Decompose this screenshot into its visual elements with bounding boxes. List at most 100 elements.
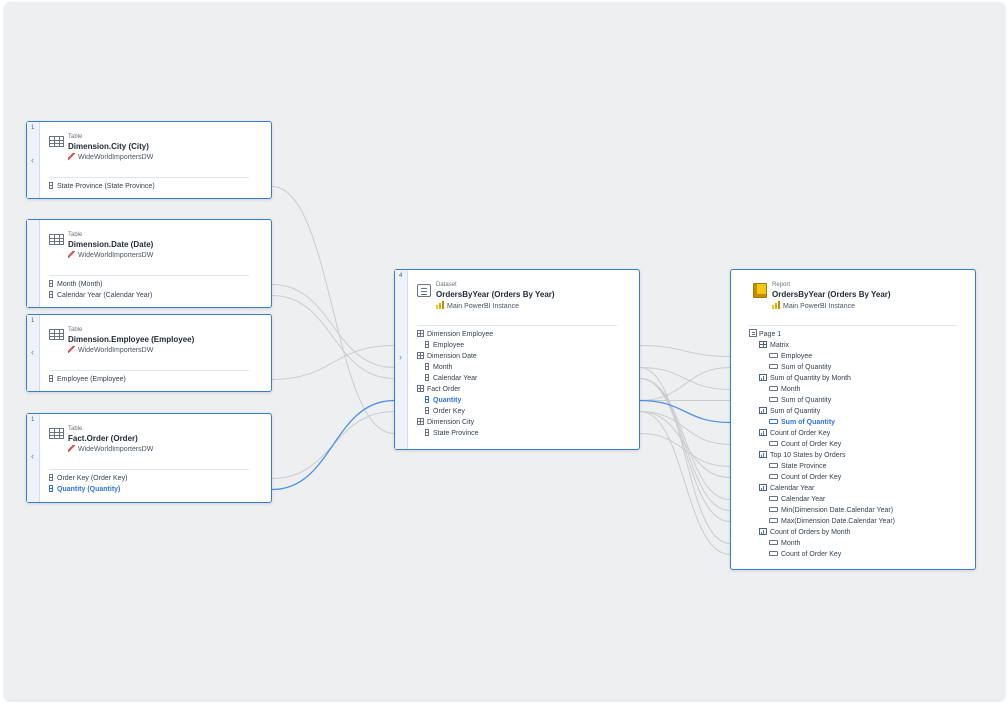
row-label: Sum of Quantity by Month bbox=[770, 375, 851, 382]
expand-left-chevron-icon[interactable]: ‹ bbox=[31, 347, 34, 357]
row-label: Max(Dimension Date.Calendar Year) bbox=[781, 518, 895, 525]
table-card-employee[interactable]: 1 ‹ Table Dimension.Employee (Employee) … bbox=[26, 314, 272, 392]
table-card-city[interactable]: 1 ‹ Table Dimension.City (City) WideWorl… bbox=[26, 121, 272, 199]
report-field-row[interactable]: State Province bbox=[749, 461, 967, 472]
expand-left-chevron-icon[interactable]: ‹ bbox=[31, 155, 34, 165]
entity-title[interactable]: Dimension.Date (Date) bbox=[68, 240, 153, 249]
table-card-order[interactable]: 1 ‹ Table Fact.Order (Order) WideWorldIm… bbox=[26, 413, 272, 503]
column-icon bbox=[425, 341, 429, 348]
measure-field-icon bbox=[769, 386, 778, 391]
measure-field-icon bbox=[769, 507, 778, 512]
column-row[interactable]: Employee (Employee) bbox=[49, 374, 263, 385]
row-label: Order Key (Order Key) bbox=[57, 475, 128, 482]
report-visual-row[interactable]: Matrix bbox=[749, 340, 967, 351]
lineage-link bbox=[271, 345, 395, 380]
column-row[interactable]: Month (Month) bbox=[49, 279, 263, 290]
row-label: Month bbox=[433, 364, 453, 371]
report-field-row[interactable]: Sum of Quantity bbox=[749, 395, 967, 406]
dataset-table-row[interactable]: Dimension City bbox=[417, 417, 631, 428]
chart-visual-icon bbox=[759, 528, 767, 535]
report-visual-row[interactable]: Top 10 States by Orders bbox=[749, 450, 967, 461]
entity-title[interactable]: Dimension.Employee (Employee) bbox=[68, 335, 194, 344]
dataset-field-row[interactable]: Quantity bbox=[417, 395, 631, 406]
report-visual-row[interactable]: Count of Orders by Month bbox=[749, 527, 967, 538]
chart-visual-icon bbox=[759, 374, 767, 381]
row-label: State Province bbox=[433, 430, 479, 437]
entity-source[interactable]: WideWorldImportersDW bbox=[68, 251, 153, 259]
row-label: Sum of Quantity bbox=[781, 364, 832, 371]
card-gutter: 1 ‹ bbox=[27, 315, 40, 391]
dataset-table-row[interactable]: Fact Order bbox=[417, 384, 631, 395]
card-divider bbox=[49, 275, 249, 276]
column-row[interactable]: Calendar Year (Calendar Year) bbox=[49, 290, 263, 301]
report-field-row[interactable]: Employee bbox=[749, 351, 967, 362]
entity-kind: Table bbox=[68, 232, 83, 238]
report-field-row[interactable]: Min(Dimension Date.Calendar Year) bbox=[749, 505, 967, 516]
entity-title[interactable]: OrdersByYear (Orders By Year) bbox=[436, 290, 555, 299]
row-label: Calendar Year bbox=[770, 485, 815, 492]
measure-field-icon bbox=[769, 419, 778, 424]
column-icon bbox=[49, 182, 53, 189]
dataset-icon bbox=[417, 284, 431, 297]
row-label: Sum of Quantity bbox=[770, 408, 821, 415]
field-list: Dimension Employee Employee Dimension Date… bbox=[417, 329, 631, 439]
entity-source[interactable]: Main PowerBI Instance bbox=[772, 301, 855, 310]
report-visual-row[interactable]: Sum of Quantity by Month bbox=[749, 373, 967, 384]
sql-source-icon bbox=[68, 445, 75, 452]
measure-field-icon bbox=[769, 518, 778, 523]
table-card-date[interactable]: Table Dimension.Date (Date) WideWorldImp… bbox=[26, 219, 272, 308]
dataset-field-row[interactable]: Month bbox=[417, 362, 631, 373]
column-row[interactable]: State Province (State Province) bbox=[49, 181, 263, 192]
column-row[interactable]: Order Key (Order Key) bbox=[49, 473, 263, 484]
dataset-table-row[interactable]: Dimension Date bbox=[417, 351, 631, 362]
report-visual-row[interactable]: Calendar Year bbox=[749, 483, 967, 494]
report-page-row[interactable]: Page 1 bbox=[749, 329, 967, 340]
row-label: Employee bbox=[781, 353, 813, 360]
dataset-card[interactable]: 4 › Dataset OrdersByYear (Orders By Year… bbox=[394, 269, 640, 450]
field-list: State Province (State Province) bbox=[49, 181, 263, 192]
dataset-field-row[interactable]: Order Key bbox=[417, 406, 631, 417]
entity-title[interactable]: Fact.Order (Order) bbox=[68, 434, 138, 443]
measure-field-icon bbox=[769, 364, 778, 369]
entity-source[interactable]: WideWorldImportersDW bbox=[68, 346, 153, 354]
entity-kind: Report bbox=[772, 282, 791, 288]
report-field-row[interactable]: Count of Order Key bbox=[749, 549, 967, 560]
expand-right-chevron-icon[interactable]: › bbox=[399, 352, 402, 362]
card-divider bbox=[49, 469, 249, 470]
report-visual-row[interactable]: Sum of Quantity bbox=[749, 406, 967, 417]
expand-left-chevron-icon[interactable]: ‹ bbox=[31, 451, 34, 461]
report-field-row[interactable]: Count of Order Key bbox=[749, 472, 967, 483]
entity-title[interactable]: Dimension.City (City) bbox=[68, 142, 149, 151]
entity-title[interactable]: OrdersByYear (Orders By Year) bbox=[772, 290, 891, 299]
column-icon bbox=[425, 407, 429, 414]
report-field-row[interactable]: Sum of Quantity bbox=[749, 417, 967, 428]
dataset-table-row[interactable]: Dimension Employee bbox=[417, 329, 631, 340]
lineage-link bbox=[271, 186, 395, 434]
report-icon bbox=[753, 283, 767, 298]
dataset-field-row[interactable]: Employee bbox=[417, 340, 631, 351]
row-label: Dimension Employee bbox=[427, 331, 494, 338]
chart-visual-icon bbox=[759, 484, 767, 491]
entity-source[interactable]: WideWorldImportersDW bbox=[68, 153, 153, 161]
report-field-row[interactable]: Month bbox=[749, 384, 967, 395]
entity-source[interactable]: WideWorldImportersDW bbox=[68, 445, 153, 453]
row-label: Employee bbox=[433, 342, 465, 349]
lineage-canvas[interactable]: 1 ‹ Table Dimension.City (City) WideWorl… bbox=[4, 2, 1005, 700]
report-field-row[interactable]: Calendar Year bbox=[749, 494, 967, 505]
report-field-row[interactable]: Month bbox=[749, 538, 967, 549]
table-group-icon bbox=[417, 330, 424, 337]
powerbi-icon bbox=[772, 301, 780, 309]
card-header: Table Dimension.Employee (Employee) Wide… bbox=[49, 327, 261, 367]
dataset-field-row[interactable]: Calendar Year bbox=[417, 373, 631, 384]
column-row[interactable]: Quantity (Quantity) bbox=[49, 484, 263, 495]
sql-source-icon bbox=[68, 153, 75, 160]
table-group-icon bbox=[417, 352, 424, 359]
report-field-row[interactable]: Sum of Quantity bbox=[749, 362, 967, 373]
entity-source[interactable]: Main PowerBI Instance bbox=[436, 301, 519, 310]
column-icon bbox=[425, 363, 429, 370]
report-card[interactable]: Report OrdersByYear (Orders By Year) Mai… bbox=[730, 269, 976, 570]
report-visual-row[interactable]: Count of Order Key bbox=[749, 428, 967, 439]
report-field-row[interactable]: Max(Dimension Date.Calendar Year) bbox=[749, 516, 967, 527]
report-field-row[interactable]: Count of Order Key bbox=[749, 439, 967, 450]
dataset-field-row[interactable]: State Province bbox=[417, 428, 631, 439]
